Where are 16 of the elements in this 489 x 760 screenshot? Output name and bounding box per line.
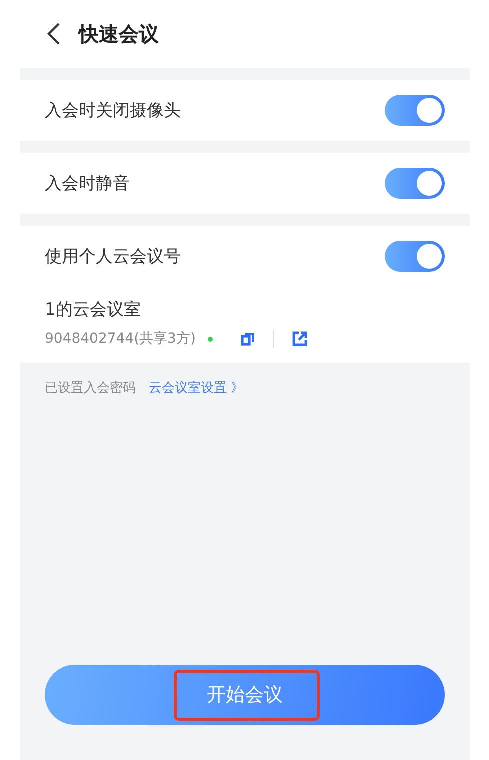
- toggle-switch[interactable]: [385, 240, 445, 272]
- back-icon[interactable]: [47, 22, 61, 46]
- password-note: 已设置入会密码: [45, 380, 136, 397]
- share-icon[interactable]: [292, 331, 308, 347]
- setting-label: 使用个人云会议号: [45, 246, 181, 268]
- copy-icon[interactable]: [240, 332, 255, 346]
- toggle-switch[interactable]: [385, 95, 445, 126]
- room-number: 9048402744(共享3方): [45, 330, 196, 348]
- room-settings-link[interactable]: 云会议室设置 》: [149, 379, 244, 397]
- page-title: 快速会议: [79, 20, 159, 48]
- setting-label: 入会时关闭摄像头: [45, 100, 181, 122]
- start-meeting-button[interactable]: 开始会议: [45, 665, 445, 725]
- room-name: 1的云会议室: [45, 299, 142, 321]
- setting-label: 入会时静音: [45, 173, 130, 195]
- toggle-switch[interactable]: [385, 168, 445, 199]
- status-dot: [208, 336, 213, 342]
